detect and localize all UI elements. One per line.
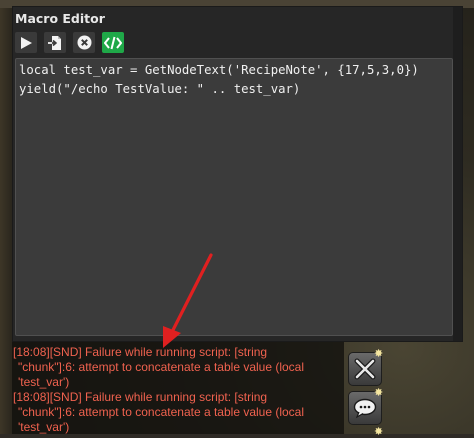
speech-bubble-icon <box>353 398 377 419</box>
chat-log[interactable]: [18:08][SND] Failure while running scrip… <box>12 342 344 434</box>
window-scrollbar[interactable] <box>453 7 462 341</box>
chat-message-line: [18:08][SND] Failure while running scrip… <box>13 345 268 359</box>
chat-message-line: "chunk"]:6: attempt to concatenate a tab… <box>18 405 305 419</box>
chat-message-line: 'test_var') <box>18 420 70 434</box>
window-title: Macro Editor <box>15 11 105 26</box>
code-line: local test_var = GetNodeText('RecipeNote… <box>19 63 419 77</box>
import-file-icon <box>48 35 61 50</box>
sparkle-icon: ✸ <box>374 386 384 399</box>
close-circle-icon <box>77 35 91 50</box>
sparkle-icon: ✸ <box>374 425 384 438</box>
chat-message-line: 'test_var') <box>18 375 70 389</box>
chat-message-line: [18:08][SND] Failure while running scrip… <box>13 390 268 404</box>
stop-button[interactable] <box>73 32 95 53</box>
x-icon <box>354 358 376 380</box>
code-editor[interactable]: local test_var = GetNodeText('RecipeNote… <box>15 58 453 336</box>
game-background-edge <box>0 0 12 434</box>
play-icon <box>21 36 32 49</box>
code-icon <box>104 36 122 49</box>
code-line: yield("/echo TestValue: " .. test_var) <box>19 82 301 96</box>
run-button[interactable] <box>15 32 37 53</box>
sparkle-icon: ✸ <box>374 347 384 360</box>
code-button[interactable] <box>102 32 124 53</box>
editor-toolbar <box>15 32 124 53</box>
chat-message-line: "chunk"]:6: attempt to concatenate a tab… <box>18 360 305 374</box>
macro-editor-window: Macro Editor local test_var = GetNodeTex… <box>12 6 463 342</box>
import-button[interactable] <box>44 32 66 53</box>
